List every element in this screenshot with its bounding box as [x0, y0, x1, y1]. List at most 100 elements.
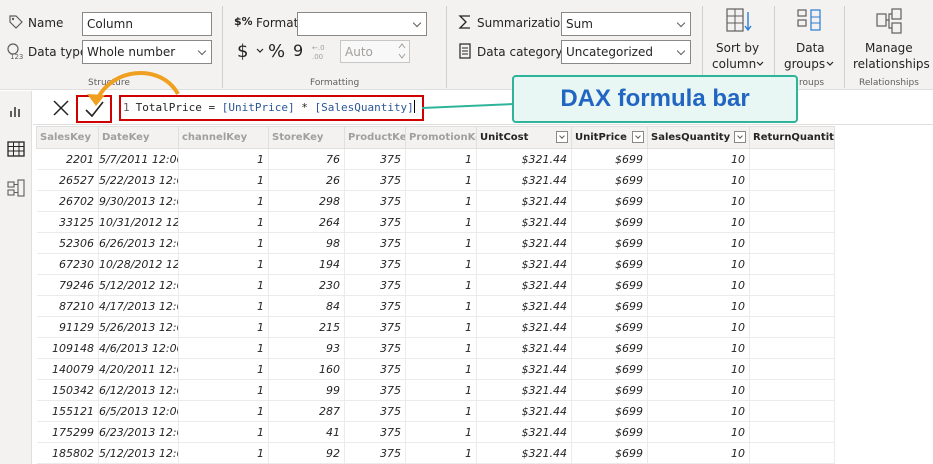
- name-input[interactable]: Column: [82, 12, 212, 36]
- table-cell[interactable]: $699: [571, 358, 648, 380]
- table-cell[interactable]: 6/5/2013 12:00:00 AM: [98, 400, 179, 422]
- table-cell[interactable]: 185802: [36, 442, 99, 464]
- table-cell[interactable]: $699: [571, 337, 648, 359]
- table-cell[interactable]: 5/26/2013 12:00:00 AM: [98, 316, 179, 338]
- table-cell[interactable]: 215: [268, 316, 345, 338]
- table-cell[interactable]: 1: [178, 232, 269, 254]
- table-cell[interactable]: [749, 148, 835, 170]
- table-cell[interactable]: $321.44: [476, 358, 572, 380]
- table-cell[interactable]: 1: [405, 295, 477, 317]
- table-cell[interactable]: $321.44: [476, 148, 572, 170]
- table-cell[interactable]: $699: [571, 442, 648, 464]
- table-cell[interactable]: 10: [647, 295, 750, 317]
- column-header-salesquantity[interactable]: SalesQuantity: [647, 126, 750, 149]
- table-cell[interactable]: 1: [405, 148, 477, 170]
- table-cell[interactable]: 10: [647, 190, 750, 212]
- table-cell[interactable]: 10: [647, 148, 750, 170]
- table-cell[interactable]: 1: [178, 379, 269, 401]
- table-cell[interactable]: 26527: [36, 169, 99, 191]
- table-cell[interactable]: 1: [178, 421, 269, 443]
- table-cell[interactable]: 1: [405, 211, 477, 233]
- datatype-select[interactable]: Whole number: [82, 40, 212, 64]
- chevron-down-icon[interactable]: [256, 48, 264, 54]
- table-cell[interactable]: $699: [571, 316, 648, 338]
- column-header-datekey[interactable]: DateKey: [98, 126, 179, 149]
- table-cell[interactable]: 375: [344, 358, 406, 380]
- table-cell[interactable]: 160: [268, 358, 345, 380]
- table-cell[interactable]: 26: [268, 169, 345, 191]
- table-cell[interactable]: 6/23/2013 12:00:00 AM: [98, 421, 179, 443]
- table-cell[interactable]: $699: [571, 295, 648, 317]
- table-cell[interactable]: 175299: [36, 421, 99, 443]
- table-cell[interactable]: $699: [571, 148, 648, 170]
- table-cell[interactable]: 194: [268, 253, 345, 275]
- table-cell[interactable]: 4/6/2013 12:00:00 AM: [98, 337, 179, 359]
- table-cell[interactable]: 4/20/2011 12:00:00 AM: [98, 358, 179, 380]
- table-cell[interactable]: $321.44: [476, 169, 572, 191]
- table-cell[interactable]: 375: [344, 442, 406, 464]
- table-cell[interactable]: 1: [178, 169, 269, 191]
- table-cell[interactable]: 5/22/2013 12:00:00 AM: [98, 169, 179, 191]
- table-cell[interactable]: 10: [647, 421, 750, 443]
- table-cell[interactable]: $321.44: [476, 232, 572, 254]
- currency-button[interactable]: $: [237, 41, 248, 62]
- table-cell[interactable]: 52306: [36, 232, 99, 254]
- percent-button[interactable]: %: [268, 41, 285, 62]
- table-cell[interactable]: 84: [268, 295, 345, 317]
- table-cell[interactable]: 155121: [36, 400, 99, 422]
- table-cell[interactable]: 375: [344, 253, 406, 275]
- table-cell[interactable]: $699: [571, 274, 648, 296]
- column-header-saleskey[interactable]: SalesKey: [36, 126, 99, 149]
- table-cell[interactable]: 375: [344, 400, 406, 422]
- model-view-icon[interactable]: [7, 179, 25, 197]
- table-cell[interactable]: 1: [405, 400, 477, 422]
- table-cell[interactable]: 1: [178, 358, 269, 380]
- table-cell[interactable]: 1: [405, 274, 477, 296]
- table-cell[interactable]: 10: [647, 253, 750, 275]
- manage-relationships-button[interactable]: Manage relationships: [848, 4, 930, 76]
- table-cell[interactable]: $699: [571, 211, 648, 233]
- table-cell[interactable]: $321.44: [476, 190, 572, 212]
- stepper-arrows-icon[interactable]: [398, 42, 406, 60]
- table-cell[interactable]: 6/26/2013 12:00:00 AM: [98, 232, 179, 254]
- table-cell[interactable]: $699: [571, 169, 648, 191]
- sort-by-column-button[interactable]: Sort by column: [706, 4, 770, 76]
- table-cell[interactable]: 9/30/2013 12:00:00 AM: [98, 190, 179, 212]
- table-cell[interactable]: 1: [178, 274, 269, 296]
- table-cell[interactable]: 287: [268, 400, 345, 422]
- table-cell[interactable]: 5/7/2011 12:00:00 AM: [98, 148, 179, 170]
- table-cell[interactable]: [749, 316, 835, 338]
- table-cell[interactable]: [749, 337, 835, 359]
- table-cell[interactable]: 92: [268, 442, 345, 464]
- table-cell[interactable]: 10: [647, 337, 750, 359]
- table-cell[interactable]: [749, 211, 835, 233]
- table-cell[interactable]: 2201: [36, 148, 99, 170]
- table-cell[interactable]: 1: [178, 442, 269, 464]
- data-groups-button[interactable]: Data groups: [778, 4, 840, 76]
- table-cell[interactable]: 1: [405, 442, 477, 464]
- table-cell[interactable]: 150342: [36, 379, 99, 401]
- table-cell[interactable]: $321.44: [476, 295, 572, 317]
- table-cell[interactable]: 1: [405, 169, 477, 191]
- table-cell[interactable]: $321.44: [476, 253, 572, 275]
- table-cell[interactable]: $321.44: [476, 274, 572, 296]
- table-cell[interactable]: 98: [268, 232, 345, 254]
- table-cell[interactable]: 230: [268, 274, 345, 296]
- table-cell[interactable]: [749, 295, 835, 317]
- table-cell[interactable]: 10: [647, 232, 750, 254]
- table-cell[interactable]: 1: [405, 421, 477, 443]
- filter-dropdown-icon[interactable]: [632, 131, 644, 143]
- table-cell[interactable]: $699: [571, 379, 648, 401]
- table-cell[interactable]: [749, 358, 835, 380]
- column-header-unitcost[interactable]: UnitCost: [476, 126, 572, 149]
- table-cell[interactable]: 10: [647, 211, 750, 233]
- table-cell[interactable]: 375: [344, 169, 406, 191]
- table-cell[interactable]: $321.44: [476, 211, 572, 233]
- table-cell[interactable]: 99: [268, 379, 345, 401]
- table-cell[interactable]: 140079: [36, 358, 99, 380]
- table-cell[interactable]: 10: [647, 400, 750, 422]
- table-cell[interactable]: $321.44: [476, 379, 572, 401]
- filter-dropdown-icon[interactable]: [734, 131, 746, 143]
- column-header-returnquantity[interactable]: ReturnQuantity: [749, 126, 835, 149]
- table-cell[interactable]: [749, 421, 835, 443]
